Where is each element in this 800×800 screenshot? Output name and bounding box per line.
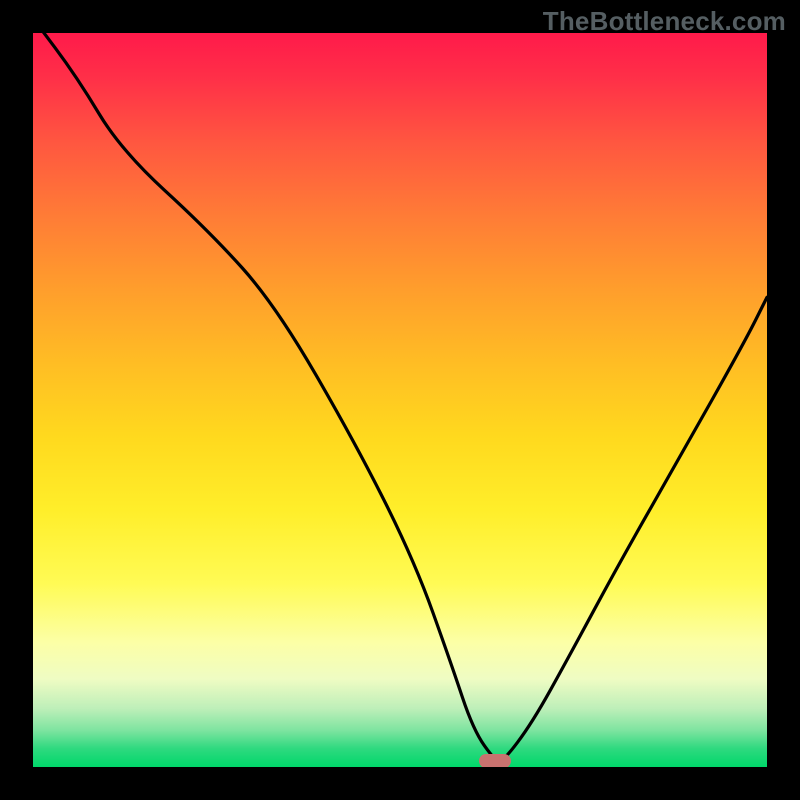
optimum-marker <box>479 754 511 767</box>
bottleneck-curve <box>33 33 767 767</box>
plot-area <box>33 33 767 767</box>
chart-frame: TheBottleneck.com <box>0 0 800 800</box>
